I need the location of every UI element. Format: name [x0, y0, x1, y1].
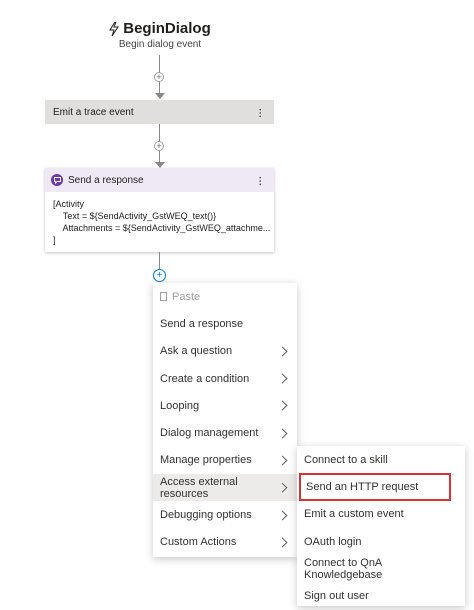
menu-item-send-response[interactable]: Send a response	[153, 310, 297, 337]
add-action-menu: Paste Send a response Ask a question Cre…	[153, 283, 297, 557]
menu-item-create-condition[interactable]: Create a condition	[153, 365, 297, 392]
lightning-icon	[109, 21, 120, 36]
chat-bubble-icon	[51, 174, 63, 186]
node-label: Send a response	[68, 174, 144, 186]
node-body: [Activity Text = ${SendActivity_GstWEQ_t…	[45, 192, 274, 252]
submenu-item-oauth-login[interactable]: OAuth login	[297, 528, 465, 555]
more-options-icon[interactable]: ···	[254, 175, 269, 185]
menu-item-access-external-resources[interactable]: Access external resources	[153, 474, 297, 502]
body-line: Attachments = ${SendActivity_GstWEQ_atta…	[53, 223, 271, 233]
chevron-right-icon	[277, 400, 288, 411]
body-line: [Activity	[53, 199, 85, 209]
connector-line	[159, 252, 160, 269]
submenu-item-connect-qna[interactable]: Connect to QnA Knowledgebase	[297, 555, 465, 582]
external-resources-submenu: Connect to a skill Send an HTTP request …	[297, 446, 465, 606]
chevron-right-icon	[277, 510, 288, 520]
submenu-item-connect-skill[interactable]: Connect to a skill	[297, 446, 465, 473]
body-line: Text = ${SendActivity_GstWEQ_text()}	[53, 211, 217, 221]
add-node-plus-icon[interactable]: +	[154, 72, 164, 82]
chevron-right-icon	[277, 537, 288, 548]
more-options-icon[interactable]: ···	[254, 107, 269, 117]
node-send-response[interactable]: Send a response ··· [Activity Text = ${S…	[45, 168, 274, 252]
submenu-item-send-http-request[interactable]: Send an HTTP request	[299, 473, 451, 501]
add-node-plus-icon[interactable]: +	[154, 141, 164, 151]
menu-item-custom-actions[interactable]: Custom Actions	[153, 529, 297, 556]
trigger-title-text: BeginDialog	[123, 20, 211, 37]
menu-item-dialog-management[interactable]: Dialog management	[153, 419, 297, 446]
menu-item-paste[interactable]: Paste	[153, 283, 297, 310]
trigger-subtitle: Begin dialog event	[118, 39, 202, 50]
menu-item-debugging-options[interactable]: Debugging options	[153, 501, 297, 528]
trigger-header: BeginDialog Begin dialog event	[100, 20, 220, 50]
node-label: Emit a trace event	[53, 106, 134, 118]
node-emit-trace-event[interactable]: Emit a trace event ···	[45, 100, 274, 124]
paste-icon	[160, 291, 167, 301]
chevron-right-icon	[277, 428, 288, 439]
chevron-right-icon	[277, 455, 288, 466]
add-node-active-icon[interactable]: +	[153, 269, 166, 282]
menu-item-manage-properties[interactable]: Manage properties	[153, 447, 297, 474]
menu-item-ask-question[interactable]: Ask a question	[153, 338, 297, 365]
node-header: Send a response ···	[45, 168, 274, 192]
menu-item-looping[interactable]: Looping	[153, 392, 297, 419]
trigger-title: BeginDialog	[100, 20, 220, 37]
arrow-down-icon	[155, 93, 165, 99]
chevron-right-icon	[277, 373, 288, 384]
submenu-item-emit-custom-event[interactable]: Emit a custom event	[297, 501, 465, 528]
body-line: ]	[53, 235, 56, 245]
chevron-right-icon	[277, 346, 288, 357]
